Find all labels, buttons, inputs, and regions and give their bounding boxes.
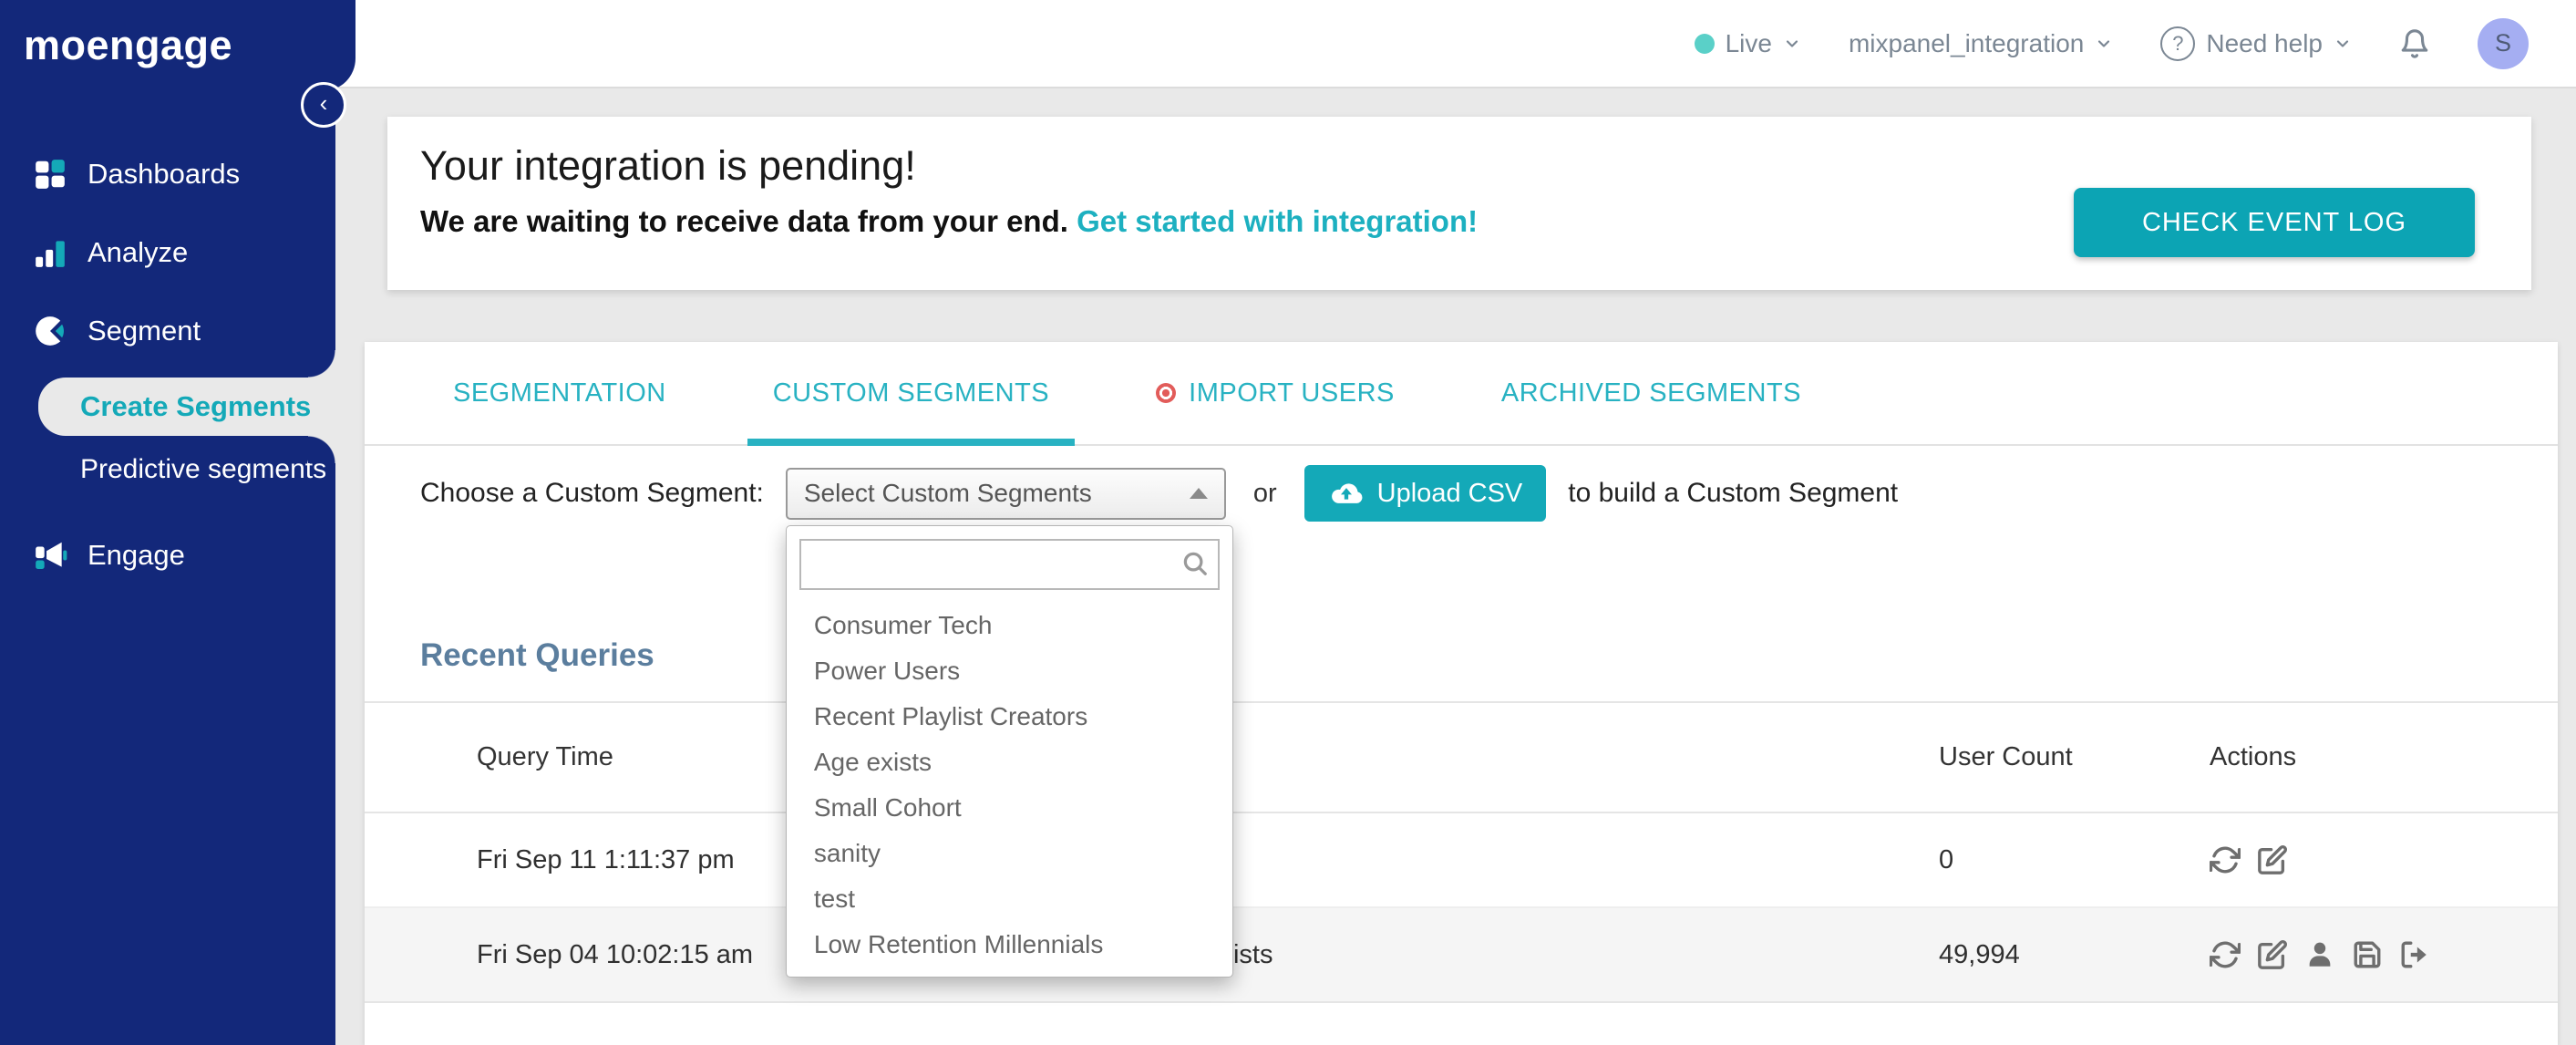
question-circle-icon bbox=[2160, 26, 2196, 61]
top-header: Live mixpanel_integration Need help S bbox=[335, 0, 2576, 88]
row-actions bbox=[2210, 844, 2558, 875]
export-icon[interactable] bbox=[2399, 939, 2430, 970]
integration-banner: Your integration is pending! We are wait… bbox=[387, 117, 2531, 290]
avatar-initial: S bbox=[2494, 29, 2511, 57]
import-users-dot-icon bbox=[1156, 383, 1177, 403]
tab-custom-segments[interactable]: CUSTOM SEGMENTS bbox=[747, 342, 1076, 446]
sidebar-item-label: Dashboards bbox=[88, 158, 241, 190]
user-avatar[interactable]: S bbox=[2478, 17, 2529, 69]
dropdown-option[interactable]: Consumer Tech bbox=[787, 603, 1232, 648]
sidebar-item-label: Create Segments bbox=[80, 390, 312, 422]
sidebar-item-dashboards[interactable]: Dashboards bbox=[0, 135, 335, 213]
picker-suffix-text: to build a Custom Segment bbox=[1568, 478, 1899, 508]
user-count: 49,994 bbox=[1939, 939, 2020, 969]
upload-csv-label: Upload CSV bbox=[1376, 478, 1523, 508]
tab-import-users[interactable]: IMPORT USERS bbox=[1130, 342, 1420, 444]
or-text: or bbox=[1252, 478, 1277, 508]
help-label: Need help bbox=[2206, 28, 2323, 57]
tab-archived-segments[interactable]: ARCHIVED SEGMENTS bbox=[1476, 342, 1827, 444]
recent-queries-title: Recent Queries bbox=[420, 637, 654, 673]
upload-csv-button[interactable]: Upload CSV bbox=[1303, 465, 1547, 522]
sidebar-item-label: Analyze bbox=[88, 236, 189, 268]
workspace-label: mixpanel_integration bbox=[1848, 28, 2085, 57]
picker-label: Choose a Custom Segment: bbox=[420, 478, 764, 508]
help-menu[interactable]: Need help bbox=[2160, 26, 2352, 61]
sidebar-collapse-button[interactable] bbox=[301, 82, 346, 128]
tab-label: ARCHIVED SEGMENTS bbox=[1500, 378, 1802, 408]
user-icon[interactable] bbox=[2304, 939, 2335, 970]
banner-message-text: We are waiting to receive data from your… bbox=[420, 204, 1068, 238]
tab-label: CUSTOM SEGMENTS bbox=[772, 378, 1050, 408]
dropdown-option[interactable]: Age exists bbox=[787, 740, 1232, 785]
chevron-down-icon bbox=[1786, 39, 1798, 47]
notifications-button[interactable] bbox=[2399, 28, 2430, 59]
segments-card: SEGMENTATION CUSTOM SEGMENTS IMPORT USER… bbox=[365, 342, 2558, 1045]
bar-chart-icon bbox=[36, 241, 65, 267]
edit-icon[interactable] bbox=[2257, 939, 2288, 970]
user-count: 0 bbox=[1939, 844, 1954, 874]
column-user-count: User Count bbox=[1939, 742, 2073, 771]
sidebar-item-segment[interactable]: Segment bbox=[0, 292, 335, 370]
megaphone-icon bbox=[36, 542, 67, 570]
sidebar-nav: Dashboards Analyze Segment Create Segmen bbox=[0, 135, 335, 595]
row-actions bbox=[2210, 939, 2558, 970]
refresh-icon[interactable] bbox=[2210, 939, 2241, 970]
workspace-switcher[interactable]: mixpanel_integration bbox=[1849, 29, 2113, 58]
dropdown-option[interactable]: Power Users bbox=[787, 648, 1232, 694]
dropdown-option[interactable]: sanity bbox=[787, 831, 1232, 876]
check-event-log-button[interactable]: CHECK EVENT LOG bbox=[2074, 188, 2475, 257]
tab-segmentation[interactable]: SEGMENTATION bbox=[428, 342, 692, 444]
sidebar-item-engage[interactable]: Engage bbox=[0, 516, 335, 595]
column-actions: Actions bbox=[2210, 742, 2297, 771]
select-value: Select Custom Segments bbox=[803, 479, 1092, 507]
bell-icon bbox=[2401, 28, 2428, 58]
custom-segment-select-face[interactable]: Select Custom Segments bbox=[785, 467, 1226, 520]
grid-icon bbox=[36, 160, 65, 189]
refresh-icon[interactable] bbox=[2210, 844, 2241, 875]
dropdown-option[interactable]: Low Retention Millennials bbox=[787, 922, 1232, 967]
sidebar-item-create-segments[interactable]: Create Segments bbox=[38, 350, 335, 463]
live-status-dot bbox=[1694, 33, 1715, 54]
search-icon bbox=[1183, 552, 1207, 575]
custom-segment-select: Select Custom Segments Consumer Tech Pow… bbox=[785, 467, 1233, 978]
custom-segment-dropdown: Consumer Tech Power Users Recent Playlis… bbox=[785, 524, 1233, 978]
moengage-logo: moengage bbox=[24, 22, 233, 68]
segment-search-input[interactable] bbox=[800, 540, 1218, 588]
chevron-down-icon bbox=[2336, 39, 2349, 47]
app-root: Live mixpanel_integration Need help S bbox=[0, 0, 2576, 1045]
dropdown-option[interactable]: Small Cohort bbox=[787, 785, 1232, 831]
dropdown-option[interactable]: test bbox=[787, 876, 1232, 922]
custom-segment-picker-row: Choose a Custom Segment: Select Custom S… bbox=[420, 465, 2558, 978]
banner-title: Your integration is pending! bbox=[420, 142, 916, 189]
edit-icon[interactable] bbox=[2257, 844, 2288, 875]
environment-switcher[interactable]: Live bbox=[1694, 28, 1801, 58]
save-icon[interactable] bbox=[2352, 939, 2383, 970]
sidebar-item-label: Predictive segments bbox=[80, 454, 327, 484]
sidebar-item-label: Engage bbox=[88, 539, 185, 571]
sidebar-item-label: Segment bbox=[88, 315, 201, 347]
logo-block: moengage bbox=[0, 0, 355, 91]
caret-up-icon bbox=[1189, 488, 1208, 499]
sidebar-item-analyze[interactable]: Analyze bbox=[0, 213, 335, 292]
table-row: Fri Sep 04 10:02:15 am Users in custom s… bbox=[365, 908, 2558, 1003]
tab-label: IMPORT USERS bbox=[1189, 378, 1395, 408]
get-started-link[interactable]: Get started with integration! bbox=[1077, 204, 1478, 238]
table-row: Fri Sep 11 1:11:37 pm 0 bbox=[365, 813, 2558, 908]
chevron-down-icon bbox=[2098, 39, 2110, 47]
segment-tabs: SEGMENTATION CUSTOM SEGMENTS IMPORT USER… bbox=[365, 342, 2558, 446]
dropdown-option[interactable]: Recent Playlist Creators bbox=[787, 694, 1232, 740]
tab-label: SEGMENTATION bbox=[453, 378, 666, 408]
sidebar: Dashboards Analyze Segment Create Segmen bbox=[0, 0, 335, 1045]
dropdown-search bbox=[799, 538, 1220, 590]
sidebar-item-predictive-segments[interactable]: Predictive segments bbox=[0, 436, 335, 503]
recent-queries-header-row: Query Time User Count Actions bbox=[365, 703, 2558, 813]
pie-chart-icon bbox=[36, 316, 64, 346]
cloud-upload-icon bbox=[1331, 483, 1363, 503]
environment-label: Live bbox=[1725, 28, 1772, 57]
